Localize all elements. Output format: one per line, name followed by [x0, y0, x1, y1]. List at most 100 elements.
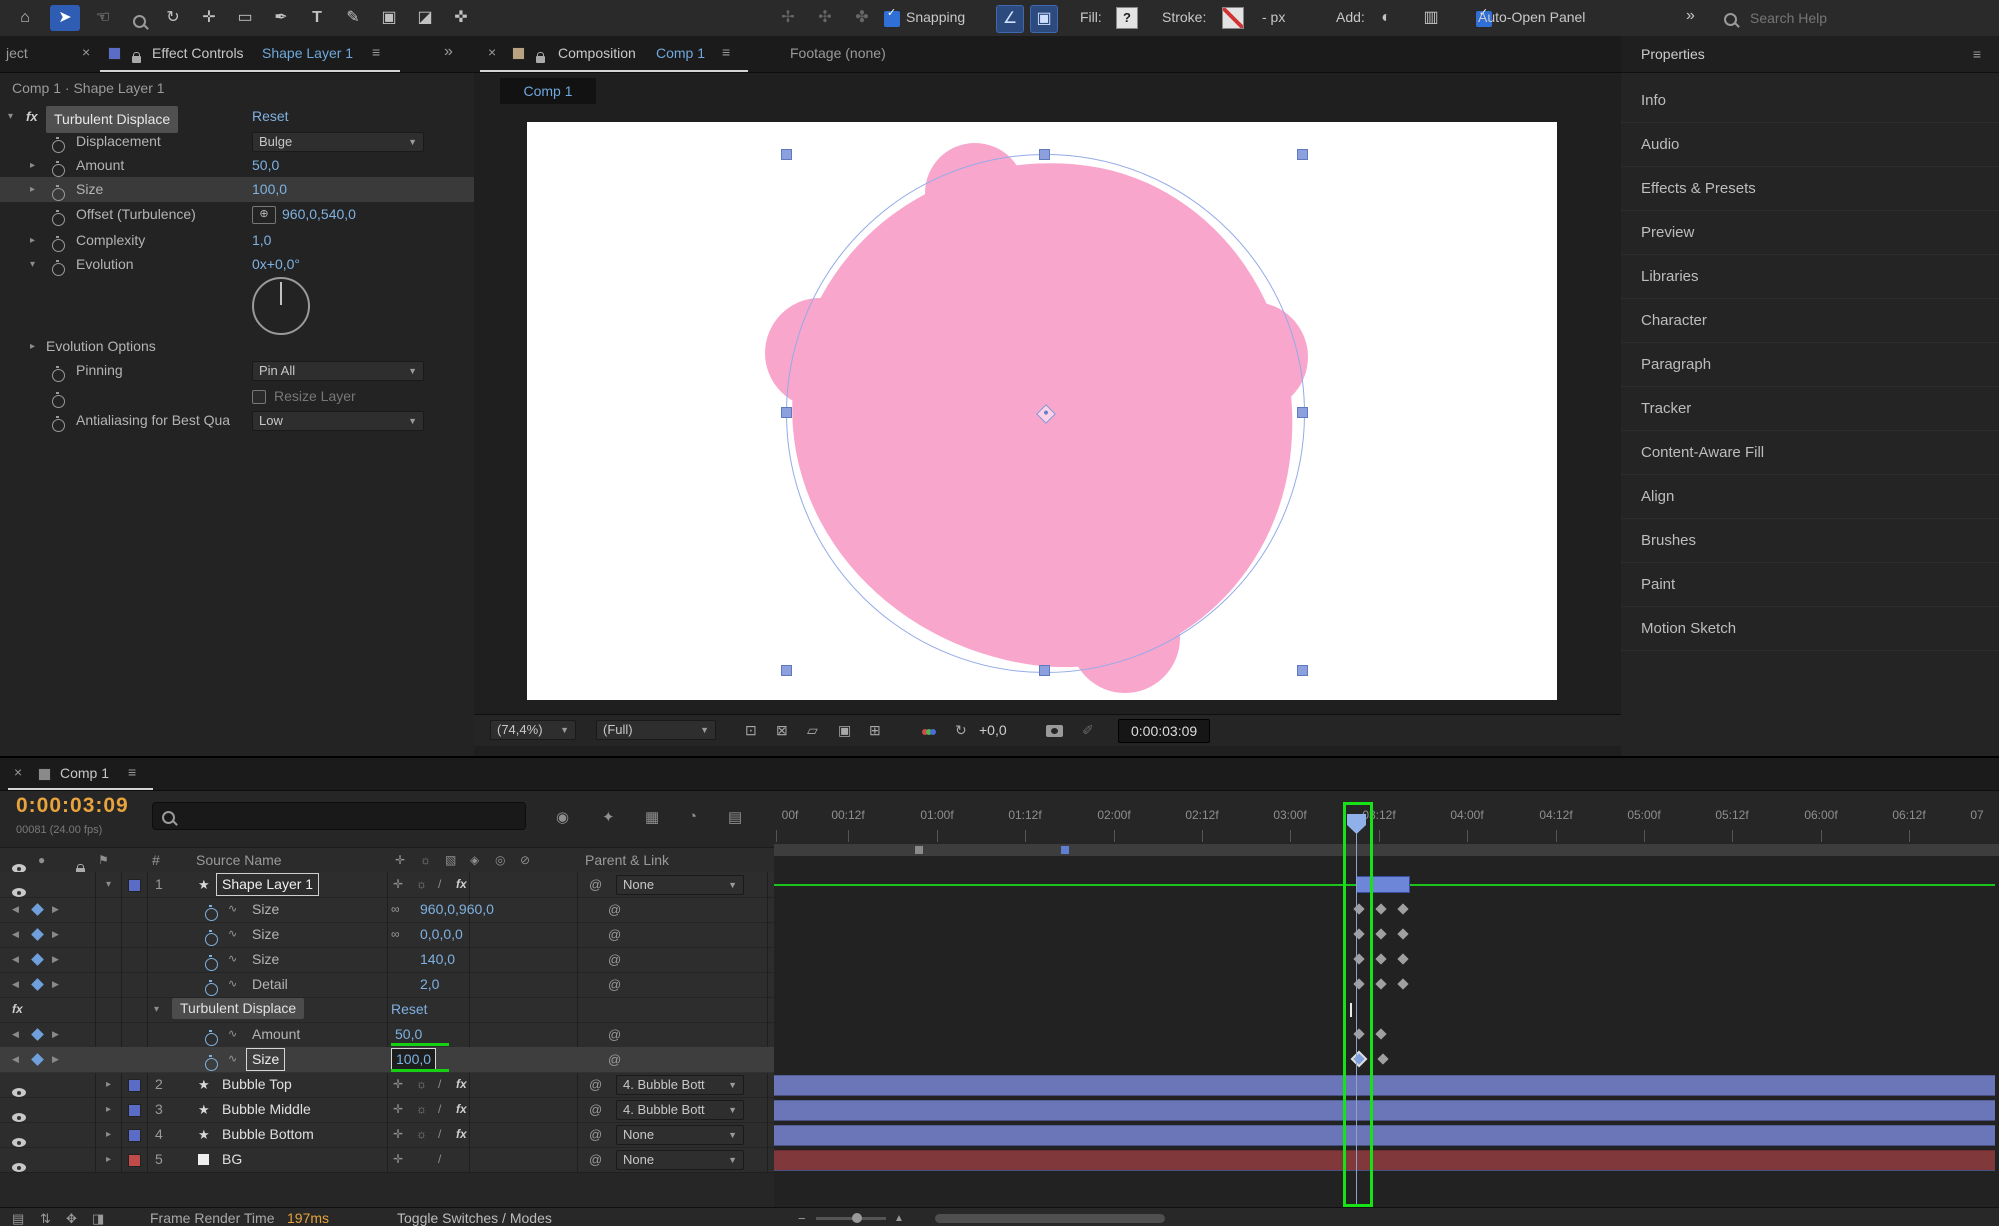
selection-tool-icon[interactable]: ➤	[50, 5, 80, 31]
camera-tool-icon[interactable]: ✛	[196, 5, 222, 31]
stopwatch-icon[interactable]	[52, 185, 65, 201]
property-value[interactable]: 2,0	[420, 972, 439, 997]
exposure-value[interactable]: +0,0	[979, 719, 1007, 741]
draft-3d-icon[interactable]: ✦	[602, 808, 615, 826]
stroke-width-label[interactable]: - px	[1262, 9, 1285, 25]
property-label[interactable]: Amount	[252, 1022, 300, 1047]
effect-reset-button[interactable]: Reset	[391, 997, 428, 1022]
collapse-switch-icon[interactable]: ☼	[416, 1122, 427, 1147]
antialiasing-dropdown[interactable]: Low ▼	[252, 411, 424, 431]
stopwatch-icon[interactable]	[205, 1055, 218, 1071]
panel-menu-icon[interactable]: ≡	[1973, 36, 1981, 72]
quality-switch-icon[interactable]: /	[438, 1147, 441, 1172]
shy-switch-icon[interactable]: ✛	[393, 872, 403, 897]
size-value[interactable]: 100,0	[252, 177, 287, 202]
layer-duration-bar-bubble-middle[interactable]	[774, 1100, 1995, 1121]
pickwhip-icon[interactable]: @	[608, 1022, 621, 1047]
motion-blur-icon[interactable]: ◔	[688, 808, 697, 825]
pickwhip-icon[interactable]: @	[589, 1097, 602, 1122]
work-area-marker[interactable]	[915, 846, 923, 854]
collapse-switch-icon[interactable]: ☼	[416, 1097, 427, 1122]
add-menu-icon[interactable]: ◐	[1374, 5, 1398, 31]
timeline-tab[interactable]: Comp 1	[60, 765, 109, 781]
ruler-label[interactable]: 03:00f	[1273, 808, 1306, 822]
parent-link-column-header[interactable]: Parent & Link	[585, 848, 669, 873]
frame-blending-icon[interactable]: ▦	[645, 808, 659, 826]
type-tool-icon[interactable]: T	[304, 5, 330, 31]
pickwhip-icon[interactable]: @	[608, 922, 621, 947]
ruler-label[interactable]: 01:12f	[1008, 808, 1041, 822]
graph-icon[interactable]: ∿	[228, 1047, 237, 1072]
collapse-effect-icon[interactable]: ▾	[8, 104, 13, 129]
panel-menu-icon[interactable]: ≡	[128, 764, 136, 780]
track-tool-3-icon[interactable]: ✤	[849, 5, 875, 31]
parent-dropdown[interactable]: None ▼	[616, 875, 744, 895]
in-out-panes-icon[interactable]: ◨	[92, 1208, 104, 1226]
amount-value[interactable]: 50,0	[252, 153, 279, 178]
expand-arrow-icon[interactable]: ▸	[106, 1072, 111, 1097]
layer-color-label[interactable]	[128, 1129, 141, 1142]
brush-tool-icon[interactable]: ✎	[340, 5, 366, 31]
work-area-marker-blue[interactable]	[1061, 846, 1069, 854]
stopwatch-icon[interactable]	[205, 905, 218, 921]
parent-dropdown[interactable]: None ▼	[616, 1125, 744, 1145]
pickwhip-icon[interactable]: @	[608, 897, 621, 922]
panel-menu-icon[interactable]: ≡	[722, 44, 730, 60]
layer-name[interactable]: Shape Layer 1	[216, 873, 320, 896]
effect-controls-tab-layer[interactable]: Shape Layer 1	[262, 45, 353, 61]
evolution-options-label[interactable]: Evolution Options	[46, 334, 156, 359]
expand-arrow-icon[interactable]: ▸	[106, 1122, 111, 1147]
ruler-label[interactable]: 02:00f	[1097, 808, 1130, 822]
keyframe-toggle-icon[interactable]	[31, 978, 44, 991]
eraser-tool-icon[interactable]: ◪	[412, 5, 438, 31]
graph-icon[interactable]: ∿	[228, 1022, 237, 1047]
expand-arrow-icon[interactable]: ▸	[30, 228, 35, 253]
swap-icon[interactable]: ⇅	[40, 1208, 51, 1226]
layer-name[interactable]: BG	[222, 1147, 242, 1172]
visibility-toggle[interactable]	[12, 1088, 26, 1097]
effect-controls-tab-title[interactable]: Effect Controls	[152, 45, 244, 61]
layer-color-label[interactable]	[128, 1154, 141, 1167]
fx-switch-icon[interactable]: fx	[456, 1072, 467, 1097]
next-keyframe-icon[interactable]: ▶	[52, 972, 59, 997]
expand-arrow-icon[interactable]: ▸	[30, 334, 35, 359]
next-keyframe-icon[interactable]: ▶	[52, 922, 59, 947]
layer-row-bubble-bottom[interactable]: ▸ 4 ★ Bubble Bottom ✛ ☼ / fx @ None ▼	[0, 1122, 774, 1148]
fx-switch-icon[interactable]: fx	[456, 872, 467, 897]
ruler-label[interactable]: 06:00f	[1804, 808, 1837, 822]
selection-handle-bottom-right[interactable]	[1297, 665, 1308, 676]
visibility-toggle[interactable]	[12, 1113, 26, 1122]
panel-toggle-icon[interactable]: ▥	[1418, 5, 1444, 31]
layer-color-label[interactable]	[128, 1079, 141, 1092]
stopwatch-icon[interactable]	[52, 161, 65, 177]
keyframe-toggle-icon[interactable]	[31, 1028, 44, 1041]
offset-value[interactable]: 960,0,540,0	[282, 202, 356, 227]
mask-visibility-icon[interactable]: ▱	[807, 719, 818, 741]
shy-switch-icon[interactable]: ✛	[393, 1122, 403, 1147]
stroke-swatch[interactable]	[1222, 7, 1244, 29]
comp-viewer-tab[interactable]: Comp 1	[500, 78, 596, 104]
previous-keyframe-icon[interactable]: ◀	[12, 922, 19, 947]
stopwatch-icon[interactable]	[52, 366, 65, 382]
close-tab-icon[interactable]: ×	[82, 44, 90, 60]
property-label[interactable]: Size	[252, 922, 279, 947]
effect-reset-button[interactable]: Reset	[252, 104, 289, 129]
timeline-zoom-slider[interactable]	[816, 1217, 886, 1220]
layer-color-label[interactable]	[128, 1104, 141, 1117]
collapse-arrow-icon[interactable]: ▾	[106, 872, 111, 897]
composition-mini-flowchart-icon[interactable]: ◉	[556, 808, 569, 826]
magnification-dropdown[interactable]: (74,4%) ▼	[490, 720, 576, 740]
displacement-dropdown[interactable]: Bulge ▼	[252, 132, 424, 152]
region-of-interest-icon[interactable]: ▣	[838, 719, 851, 741]
selection-handle-bottom-left[interactable]	[781, 665, 792, 676]
composition-canvas[interactable]	[527, 122, 1557, 700]
collapse-arrow-icon[interactable]: ▾	[154, 997, 159, 1022]
parent-dropdown[interactable]: None ▼	[616, 1150, 744, 1170]
ruler-label[interactable]: 05:12f	[1715, 808, 1748, 822]
fx-switch-icon[interactable]: fx	[456, 1097, 467, 1122]
layer-duration-bar-bubble-bottom[interactable]	[774, 1125, 1995, 1146]
keyframe-toggle-icon[interactable]	[31, 903, 44, 916]
composition-tab-title[interactable]: Composition	[558, 45, 636, 61]
resolution-dropdown[interactable]: (Full) ▼	[596, 720, 716, 740]
ruler-label[interactable]: 05:00f	[1627, 808, 1660, 822]
